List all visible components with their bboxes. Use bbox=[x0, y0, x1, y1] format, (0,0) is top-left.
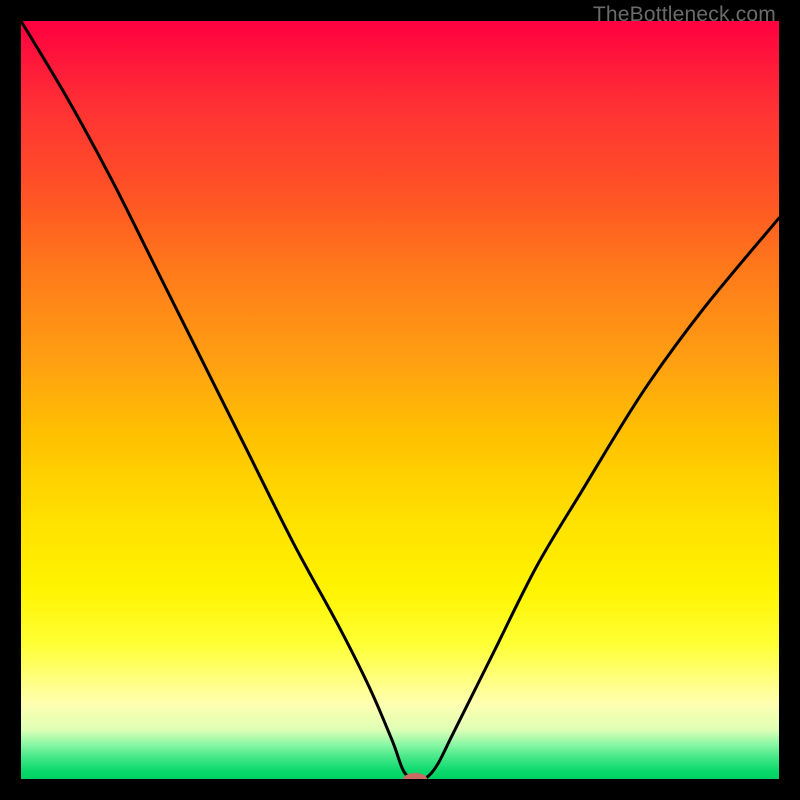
bottleneck-curve bbox=[21, 21, 779, 779]
curve-path bbox=[21, 21, 779, 779]
curve-layer bbox=[21, 21, 779, 779]
plot-area bbox=[21, 21, 779, 779]
chart-frame: TheBottleneck.com bbox=[0, 0, 800, 800]
watermark-text: TheBottleneck.com bbox=[593, 3, 776, 27]
